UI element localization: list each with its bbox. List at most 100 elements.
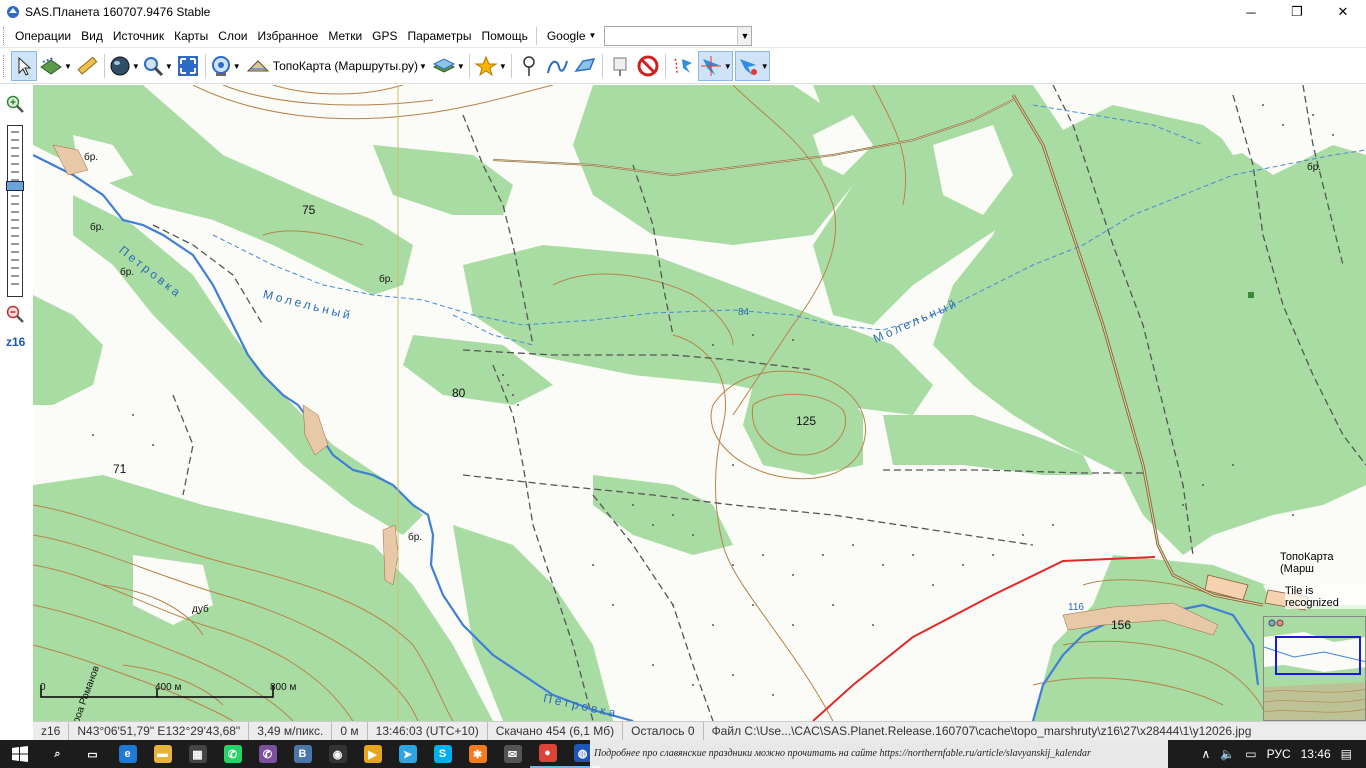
tile-status-overlay: Tile is recognized	[1285, 585, 1366, 609]
gps-button[interactable]: ▼	[210, 51, 241, 81]
map-label: 75	[302, 203, 316, 217]
hide-marks-button[interactable]	[635, 51, 661, 81]
map-view[interactable]: 75 80 71 125 156 116 84 бр. бр. бр. бр. …	[33, 85, 1366, 721]
viber-icon: ✆	[258, 745, 277, 763]
menu-operations[interactable]: Операции	[10, 24, 76, 48]
taskbar-chrome-button[interactable]: ●	[530, 740, 565, 768]
gps-connect-button[interactable]: ▼	[734, 51, 770, 81]
zoom-level-label: z16	[6, 335, 26, 349]
chevron-down-icon: ▼	[419, 61, 427, 71]
zoom-button[interactable]: ▼	[142, 51, 173, 81]
taskbar-viber-button[interactable]: ✆	[250, 740, 285, 768]
taskbar-skype-button[interactable]: S	[425, 740, 460, 768]
system-tray: ∧ 🔈 ▭ РУС 13:46 ▤	[1202, 740, 1366, 768]
taskbar-edge-button[interactable]: e	[110, 740, 145, 768]
taskbar-explorer-button[interactable]: ▬	[145, 740, 180, 768]
chevron-down-icon: ▼	[760, 61, 769, 71]
notifications-icon[interactable]: ▤	[1341, 747, 1352, 761]
path-button[interactable]	[544, 51, 570, 81]
menu-maps[interactable]: Карты	[169, 24, 213, 48]
title-bar: SAS.Планета 160707.9476 Stable ─ ❐ ✕	[0, 0, 1366, 24]
status-distance: 0 м	[332, 722, 368, 740]
taskbar-media-button[interactable]: ▶	[355, 740, 390, 768]
network-icon[interactable]: ▭	[1245, 747, 1256, 761]
taskbar-app-dark-button[interactable]: ◉	[320, 740, 355, 768]
taskbar-store-button[interactable]: ▦	[180, 740, 215, 768]
taskbar-app-orange-button[interactable]: ✱	[460, 740, 495, 768]
map-source-button[interactable]: ТопоКарта (Маршруты.ру) ▼	[243, 51, 430, 81]
taskbar-whatsapp-button[interactable]: ✆	[215, 740, 250, 768]
app-dark-icon: ◉	[328, 745, 347, 763]
scale-label: 800 м	[270, 682, 297, 693]
menu-help[interactable]: Помощь	[476, 24, 532, 48]
select-area-button[interactable]: ▼	[39, 51, 72, 81]
minimap[interactable]	[1263, 616, 1366, 721]
taskbar-mail-button[interactable]: ✉	[495, 740, 530, 768]
menu-gps[interactable]: GPS	[367, 24, 402, 48]
menu-layers[interactable]: Слои	[213, 24, 252, 48]
map-label: бр.	[120, 267, 135, 278]
gps-icon	[211, 56, 230, 76]
clock[interactable]: 13:46	[1301, 747, 1331, 761]
taskbar-vk-button[interactable]: В	[285, 740, 320, 768]
skype-icon: S	[433, 745, 452, 763]
taskbar-telegram-button[interactable]: ➤	[390, 740, 425, 768]
ruler-button[interactable]	[74, 51, 100, 81]
edge-icon: e	[118, 745, 137, 763]
menu-view[interactable]: Вид	[76, 24, 108, 48]
chevron-down-icon: ▼	[723, 61, 732, 71]
no-entry-icon	[637, 55, 659, 77]
scale-label: 0	[40, 682, 46, 693]
volume-icon[interactable]: 🔈	[1220, 747, 1235, 761]
map-label: 84	[738, 307, 750, 318]
start-button[interactable]	[0, 740, 40, 768]
globe-button[interactable]: ▼	[109, 51, 140, 81]
taskbar-task-view-button[interactable]: ▭	[75, 740, 110, 768]
path-icon	[546, 60, 568, 74]
map-source-icon	[246, 60, 269, 72]
whatsapp-icon: ✆	[223, 745, 242, 763]
menu-parameters[interactable]: Параметры	[403, 24, 477, 48]
menu-favorites[interactable]: Избранное	[252, 24, 323, 48]
language-indicator[interactable]: РУС	[1267, 747, 1291, 761]
fullscreen-button[interactable]	[175, 51, 201, 81]
polygon-button[interactable]	[572, 51, 598, 81]
map-label: дуб	[192, 604, 209, 615]
search-input[interactable]: ▼	[604, 25, 753, 46]
pointer-button[interactable]	[11, 51, 37, 81]
chrome-icon: ●	[538, 744, 557, 762]
chevron-up-icon[interactable]: ∧	[1202, 747, 1211, 761]
scale-label: 400 м	[155, 682, 182, 693]
status-scale: 3,49 м/пикс.	[249, 722, 333, 740]
map-label: 125	[796, 414, 817, 428]
app-logo-icon	[7, 6, 19, 18]
zoom-in-icon[interactable]	[6, 95, 24, 113]
zoom-icon	[143, 57, 163, 77]
menu-grip[interactable]	[3, 26, 6, 45]
close-button[interactable]: ✕	[1320, 0, 1366, 24]
status-file-path: Файл C:\Use...\CAC\SAS.Planet.Release.16…	[711, 723, 1252, 738]
favorites-icon	[474, 55, 498, 77]
search-engine-select[interactable]: Google ▼	[541, 29, 603, 43]
zoom-slider[interactable]	[6, 125, 24, 297]
layers-button[interactable]: ▼	[432, 51, 465, 81]
gps-track-button[interactable]	[670, 51, 696, 81]
topo-map-tiles	[33, 85, 1366, 721]
minimize-button[interactable]: ─	[1228, 0, 1274, 24]
placemark-button[interactable]	[516, 51, 542, 81]
zoom-slider-knob[interactable]	[6, 181, 24, 191]
menu-bar: Операции Вид Источник Карты Слои Избранн…	[0, 24, 1366, 48]
menu-source[interactable]: Источник	[108, 24, 169, 48]
marks-button[interactable]	[607, 51, 633, 81]
chevron-down-icon: ▼	[498, 61, 507, 71]
maximize-button[interactable]: ❐	[1274, 0, 1320, 24]
zoom-out-icon[interactable]	[6, 305, 24, 323]
gps-center-button[interactable]: ▼	[697, 51, 733, 81]
search-dropdown-icon[interactable]: ▼	[737, 26, 752, 45]
taskbar-search-button[interactable]: ⌕	[40, 740, 75, 768]
minimap-tiles	[1264, 617, 1365, 720]
favorites-button[interactable]: ▼	[474, 51, 507, 81]
toolbar-grip[interactable]	[3, 55, 6, 77]
menu-marks[interactable]: Метки	[323, 24, 367, 48]
task-view-icon: ▭	[83, 745, 102, 763]
